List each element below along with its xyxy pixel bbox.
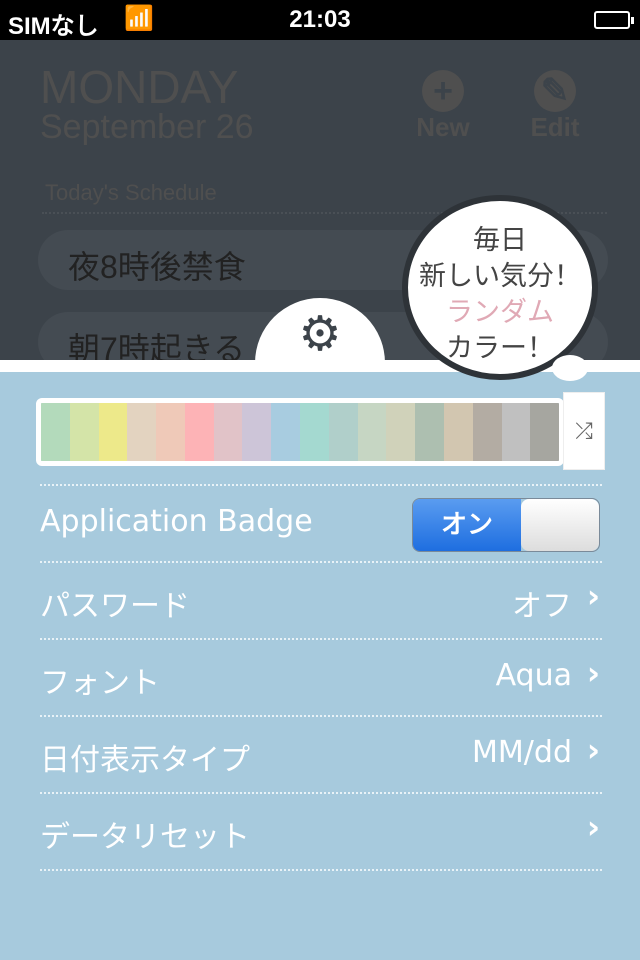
bubble-text: ランダム <box>446 297 554 328</box>
color-swatch[interactable] <box>443 403 473 461</box>
settings-panel: ⤮ Application Badge オン パスワード オフ › フォント A… <box>0 360 640 960</box>
color-swatch[interactable] <box>69 403 99 461</box>
chevron-right-icon: › <box>586 654 600 692</box>
chevron-right-icon: › <box>586 577 600 615</box>
color-swatch[interactable] <box>300 403 329 461</box>
bubble-tail <box>552 355 588 381</box>
new-button[interactable]: + New <box>403 70 483 143</box>
color-swatch[interactable] <box>328 403 358 461</box>
toggle-on-label: オン <box>413 499 521 551</box>
color-palette[interactable] <box>36 398 564 466</box>
color-swatch[interactable] <box>357 403 387 461</box>
setting-label: データリセット <box>40 820 250 855</box>
chevron-right-icon: › <box>586 731 600 769</box>
color-swatch[interactable] <box>184 403 214 461</box>
color-swatch[interactable] <box>530 403 559 461</box>
setting-label: Application Badge <box>40 504 313 539</box>
color-swatch[interactable] <box>213 403 243 461</box>
status-bar: SIMなし 📶 21:03 <box>0 0 640 40</box>
setting-value: MM/dd <box>472 735 572 770</box>
badge-toggle[interactable]: オン <box>412 498 600 552</box>
setting-label: フォント <box>40 666 160 701</box>
color-swatch[interactable] <box>501 403 531 461</box>
shuffle-icon: ⤮ <box>575 419 593 444</box>
setting-application-badge: Application Badge オン <box>40 486 602 563</box>
chevron-right-icon: › <box>586 808 600 846</box>
color-swatch[interactable] <box>242 403 272 461</box>
bubble-text: 新しい気分！ <box>419 261 581 292</box>
date-subtitle: September 26 <box>40 108 254 146</box>
color-swatch[interactable] <box>472 403 502 461</box>
color-swatch[interactable] <box>41 403 70 461</box>
toggle-knob[interactable] <box>521 499 599 551</box>
color-swatch[interactable] <box>386 403 416 461</box>
new-label: New <box>416 112 470 142</box>
color-swatch[interactable] <box>271 403 301 461</box>
setting-value: Aqua <box>495 658 572 693</box>
setting-password[interactable]: パスワード オフ › <box>40 563 602 640</box>
gear-icon[interactable]: ⚙ <box>294 308 346 360</box>
plus-icon: + <box>422 70 464 112</box>
setting-label: 日付表示タイプ <box>40 743 250 778</box>
color-swatch[interactable] <box>98 403 128 461</box>
weekday-title: MONDAY <box>40 61 239 113</box>
edit-label: Edit <box>530 112 580 142</box>
schedule-heading: Today's Schedule <box>45 180 217 205</box>
bubble-text: 毎日 <box>473 225 527 256</box>
pencil-icon: ✎ <box>534 70 576 112</box>
clock: 21:03 <box>289 6 351 33</box>
setting-value: オフ <box>512 589 572 624</box>
promo-speech-bubble: 毎日 新しい気分！ ランダム カラー！ <box>402 195 598 380</box>
color-swatch[interactable] <box>415 403 444 461</box>
color-swatch[interactable] <box>127 403 157 461</box>
setting-date-format[interactable]: 日付表示タイプ MM/dd › <box>40 717 602 794</box>
setting-label: パスワード <box>40 589 190 624</box>
setting-data-reset[interactable]: データリセット › <box>40 794 602 871</box>
edit-button[interactable]: ✎ Edit <box>515 70 595 143</box>
battery-charging-icon <box>594 11 634 29</box>
color-swatch[interactable] <box>156 403 185 461</box>
shuffle-button[interactable]: ⤮ <box>563 392 605 470</box>
setting-font[interactable]: フォント Aqua › <box>40 640 602 717</box>
